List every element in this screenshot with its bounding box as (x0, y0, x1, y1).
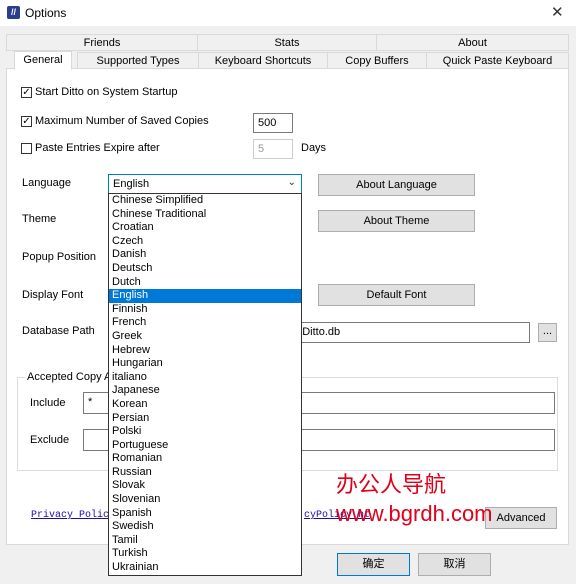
expire-checkbox[interactable] (21, 143, 32, 154)
language-option[interactable]: French (109, 316, 301, 330)
exclude-label: Exclude (30, 434, 70, 446)
popup-position-label: Popup Position (22, 251, 96, 263)
database-path-input[interactable]: to\Ditto.db (286, 322, 530, 343)
language-option[interactable]: Slovak (109, 479, 301, 493)
tab-friends[interactable]: Friends (6, 34, 198, 51)
tab-general[interactable]: General (14, 51, 72, 70)
language-option[interactable]: Czech (109, 235, 301, 249)
startup-checkbox[interactable]: ✓ (21, 87, 32, 98)
language-option[interactable]: Japanese (109, 384, 301, 398)
language-option[interactable]: Dutch (109, 276, 301, 290)
accepted-copy-label: Accepted Copy A (25, 371, 114, 383)
window-title: Options (25, 6, 67, 20)
language-option[interactable]: Tamil (109, 534, 301, 548)
language-label: Language (22, 177, 71, 189)
max-copies-input[interactable]: 500 (253, 113, 293, 133)
cancel-button[interactable]: 取消 (418, 553, 491, 576)
language-option[interactable]: Portuguese (109, 439, 301, 453)
language-option[interactable]: Persian (109, 412, 301, 426)
tab-supported-types[interactable]: Supported Types (77, 52, 199, 69)
ok-button[interactable]: 确定 (337, 553, 410, 576)
language-option[interactable]: Hungarian (109, 357, 301, 371)
language-option[interactable]: Russian (109, 466, 301, 480)
include-label: Include (30, 397, 66, 409)
language-option[interactable]: Ukrainian (109, 561, 301, 575)
language-select[interactable]: English ⌄ (108, 174, 302, 194)
tab-quick-paste-keyboard[interactable]: Quick Paste Keyboard (426, 52, 569, 69)
language-option[interactable]: English (109, 289, 301, 303)
expire-label: Paste Entries Expire after (35, 142, 160, 154)
language-option[interactable]: Greek (109, 330, 301, 344)
language-dropdown-list[interactable]: Chinese Simplified Chinese Traditional Cro… (108, 193, 302, 576)
tab-about[interactable]: About (376, 34, 569, 51)
language-option[interactable]: Korean (109, 398, 301, 412)
language-option[interactable]: Swedish (109, 520, 301, 534)
language-option[interactable]: Finnish (109, 303, 301, 317)
watermark-title: 办公人导航 (336, 472, 447, 497)
app-icon: // (7, 6, 20, 19)
language-option[interactable]: italiano (109, 371, 301, 385)
database-path-label: Database Path (22, 325, 95, 337)
tab-copy-buffers[interactable]: Copy Buffers (327, 52, 427, 69)
expire-days-input[interactable]: 5 (253, 139, 293, 159)
about-language-button[interactable]: About Language (318, 174, 475, 196)
language-option[interactable]: Croatian (109, 221, 301, 235)
language-option[interactable]: Polski (109, 425, 301, 439)
language-option[interactable]: Romanian (109, 452, 301, 466)
language-option[interactable]: Chinese Traditional (109, 208, 301, 222)
tab-keyboard-shortcuts[interactable]: Keyboard Shortcuts (198, 52, 328, 69)
advanced-button[interactable]: Advanced (485, 507, 557, 529)
language-select-value: English (113, 178, 150, 190)
language-option[interactable]: Hebrew (109, 344, 301, 358)
watermark-url: www.bgrdh.com (336, 501, 493, 526)
tab-stats[interactable]: Stats (197, 34, 377, 51)
startup-label: Start Ditto on System Startup (35, 86, 178, 98)
language-option[interactable]: Danish (109, 248, 301, 262)
close-icon[interactable]: ✕ (551, 3, 564, 21)
expire-days-unit: Days (301, 142, 327, 154)
theme-label: Theme (22, 213, 57, 225)
max-copies-label: Maximum Number of Saved Copies (35, 115, 209, 127)
about-theme-button[interactable]: About Theme (318, 210, 475, 232)
language-option[interactable]: Slovenian (109, 493, 301, 507)
language-option[interactable]: Chinese Simplified (109, 194, 301, 208)
default-font-button[interactable]: Default Font (318, 284, 475, 306)
title-bar (0, 0, 576, 26)
language-option[interactable]: Spanish (109, 507, 301, 521)
browse-button[interactable]: ... (538, 323, 557, 342)
chevron-down-icon[interactable]: ⌄ (288, 176, 296, 190)
language-option[interactable]: Turkish (109, 547, 301, 561)
display-font-label: Display Font (22, 289, 84, 301)
language-option[interactable]: Deutsch (109, 262, 301, 276)
max-copies-checkbox[interactable]: ✓ (21, 116, 32, 127)
